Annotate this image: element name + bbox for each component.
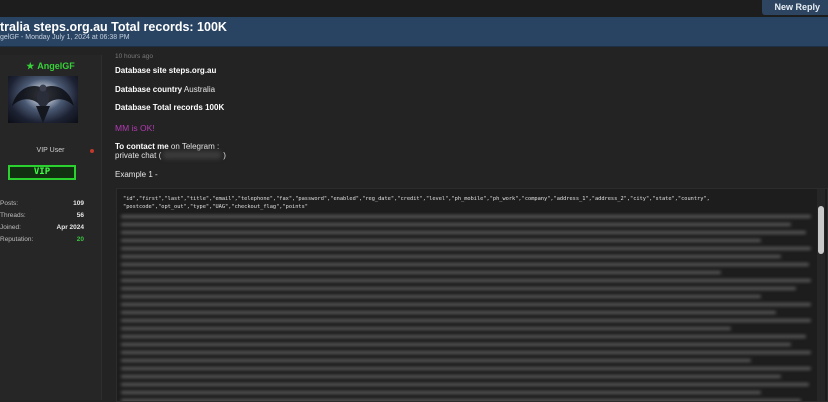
post: ★ AngelGF VIP User VIP Posts: 109 Threads… <box>0 47 828 402</box>
thread-meta: gelGF - Monday July 1, 2024 at 06:38 PM <box>0 34 130 41</box>
vip-badge: VIP <box>8 165 76 180</box>
stat-row-posts: Posts: 109 <box>0 200 101 212</box>
database-site-line: Database site steps.org.au <box>115 66 217 75</box>
database-country-line: Database country Australia <box>115 85 216 94</box>
thread-title: tralia steps.org.au Total records: 100K <box>0 20 227 34</box>
stat-row-threads: Threads: 56 <box>0 212 101 224</box>
star-icon: ★ <box>26 61 35 71</box>
stat-label: Joined: <box>0 224 21 231</box>
contact-line: To contact me on Telegram : <box>115 142 220 151</box>
blurred-records <box>121 213 811 401</box>
user-stats: Posts: 109 Threads: 56 Joined: Apr 2024 … <box>0 200 101 248</box>
user-title: VIP User <box>36 147 65 154</box>
top-strip <box>0 0 828 17</box>
angel-avatar-image <box>12 84 74 123</box>
offline-status-icon <box>90 149 94 153</box>
thread-header: tralia steps.org.au Total records: 100K … <box>0 17 828 47</box>
scrollbar-thumb[interactable] <box>818 206 824 254</box>
stat-label: Threads: <box>0 212 26 219</box>
code-block[interactable]: "id","first","last","title","email","tel… <box>116 188 828 402</box>
user-sidebar: ★ AngelGF VIP User VIP Posts: 109 Threads… <box>0 55 102 400</box>
mm-ok-line: MM is OK! <box>115 123 155 133</box>
post-timestamp: 10 hours ago <box>115 53 153 60</box>
stat-value: Apr 2024 <box>56 224 84 231</box>
stat-row-reputation: Reputation: 20 <box>0 236 101 248</box>
code-header-line: "postcode","opt_out","type","UAG","check… <box>123 204 308 210</box>
code-header-line: "id","first","last","title","email","tel… <box>123 196 710 202</box>
stat-label: Reputation: <box>0 236 34 243</box>
stat-value: 20 <box>76 236 84 243</box>
private-chat-line: private chat () <box>115 151 226 160</box>
code-scrollbar[interactable] <box>817 189 825 401</box>
stat-value: 109 <box>73 200 84 207</box>
username-text[interactable]: AngelGF <box>37 61 75 71</box>
example-label: Example 1 - <box>115 170 158 179</box>
stat-label: Posts: <box>0 200 19 207</box>
new-reply-button[interactable]: New Reply <box>762 0 828 15</box>
avatar[interactable] <box>8 76 78 123</box>
stat-row-joined: Joined: Apr 2024 <box>0 224 101 236</box>
stat-value: 56 <box>76 212 84 219</box>
redacted-telegram-handle <box>163 151 222 159</box>
username[interactable]: ★ AngelGF <box>0 61 101 72</box>
total-records-line: Database Total records 100K <box>115 103 225 112</box>
